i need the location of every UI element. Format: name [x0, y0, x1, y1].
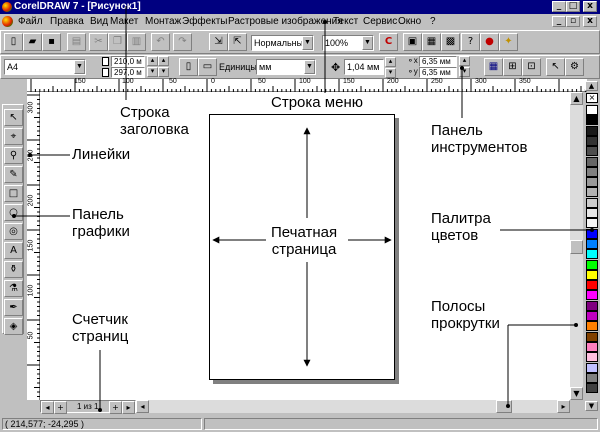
annotation-scroll-line2: прокрутки — [431, 315, 500, 332]
annotation-palette-line2: цветов — [431, 227, 479, 244]
annotation-title-bar: Строка заголовка — [120, 104, 189, 138]
annotation-graphics-line1: Панель — [72, 206, 124, 223]
annotation-graphics-panel: Панель графики — [72, 206, 130, 240]
annotation-title-bar-line2: заголовка — [120, 121, 189, 138]
annotation-printed-page: Печатная страница — [271, 224, 337, 258]
annotation-scroll-line1: Полосы — [431, 298, 486, 315]
annotation-palette: Палитра цветов — [431, 210, 491, 244]
annotation-toolbar-line1: Панель — [431, 122, 483, 139]
annotation-title-bar-line1: Строка — [120, 104, 170, 121]
annotation-graphics-line2: графики — [72, 223, 130, 240]
annotation-rulers: Линейки — [72, 146, 131, 163]
annotation-palette-line1: Палитра — [431, 210, 491, 227]
annotation-page-counter: Счетчик страниц — [72, 311, 128, 345]
annotation-toolbar-line2: инструментов — [431, 139, 528, 156]
annotation-page-line1: Печатная — [271, 224, 338, 241]
annotation-scrollbars: Полосы прокрутки — [431, 298, 500, 332]
annotation-menu-bar: Строка меню — [271, 94, 363, 111]
annotation-counter-line2: страниц — [72, 328, 129, 345]
annotation-counter-line1: Счетчик — [72, 311, 128, 328]
annotation-toolbar: Панель инструментов — [431, 122, 528, 156]
annotation-page-line2: страница — [271, 241, 337, 258]
